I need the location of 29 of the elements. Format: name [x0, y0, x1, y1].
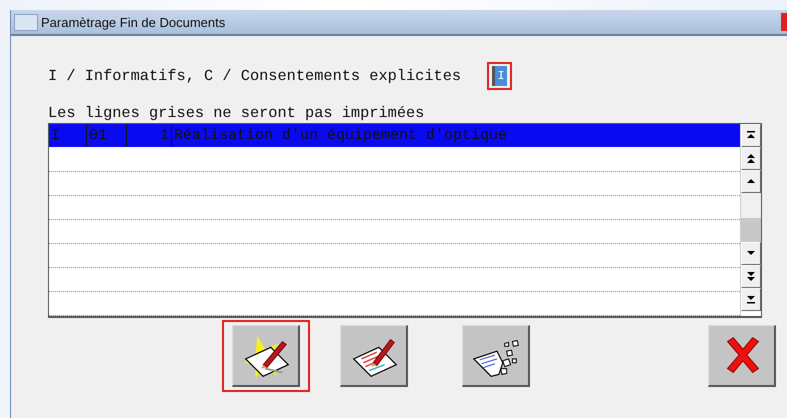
- window-title: Paramètrage Fin de Documents: [41, 14, 226, 30]
- scroll-thumb[interactable]: [741, 218, 761, 242]
- down-arrow-icon: [747, 251, 755, 255]
- up-to-bar-icon: [747, 131, 755, 138]
- table-cell: I: [49, 124, 87, 147]
- page-down-button[interactable]: [741, 265, 761, 288]
- page-up-button[interactable]: [741, 147, 761, 170]
- scroll-top-button[interactable]: [741, 124, 761, 147]
- pencil-paper-icon: [352, 338, 397, 377]
- list-row[interactable]: I 01 1 Réalisation d'un équipement d'optique: [49, 124, 740, 148]
- sparkling-pencil-paper-icon: [243, 335, 289, 378]
- new-button[interactable]: [232, 325, 300, 387]
- scroll-up-button[interactable]: [741, 170, 761, 193]
- double-up-arrow-icon: [747, 154, 755, 163]
- table-cell: 01: [87, 124, 127, 147]
- scroll-bottom-button[interactable]: [741, 288, 761, 311]
- up-arrow-icon: [747, 179, 755, 183]
- table-cell-text: Réalisation d'un équipement d'optique: [173, 126, 508, 146]
- legend-text: I / Informatifs, C / Consentements explicites: [48, 67, 462, 85]
- delete-button[interactable]: [462, 325, 530, 387]
- close-button[interactable]: [708, 325, 776, 387]
- down-to-bar-icon: [747, 296, 755, 304]
- type-toggle-button[interactable]: I: [492, 66, 508, 86]
- scroll-down-button[interactable]: [741, 242, 761, 265]
- table-cell: 1: [127, 124, 172, 147]
- torn-paper-icon: [472, 339, 518, 376]
- list-caption: Les lignes grises ne seront pas imprimées: [48, 104, 426, 122]
- double-down-arrow-icon: [747, 272, 755, 281]
- edit-button[interactable]: [340, 325, 408, 387]
